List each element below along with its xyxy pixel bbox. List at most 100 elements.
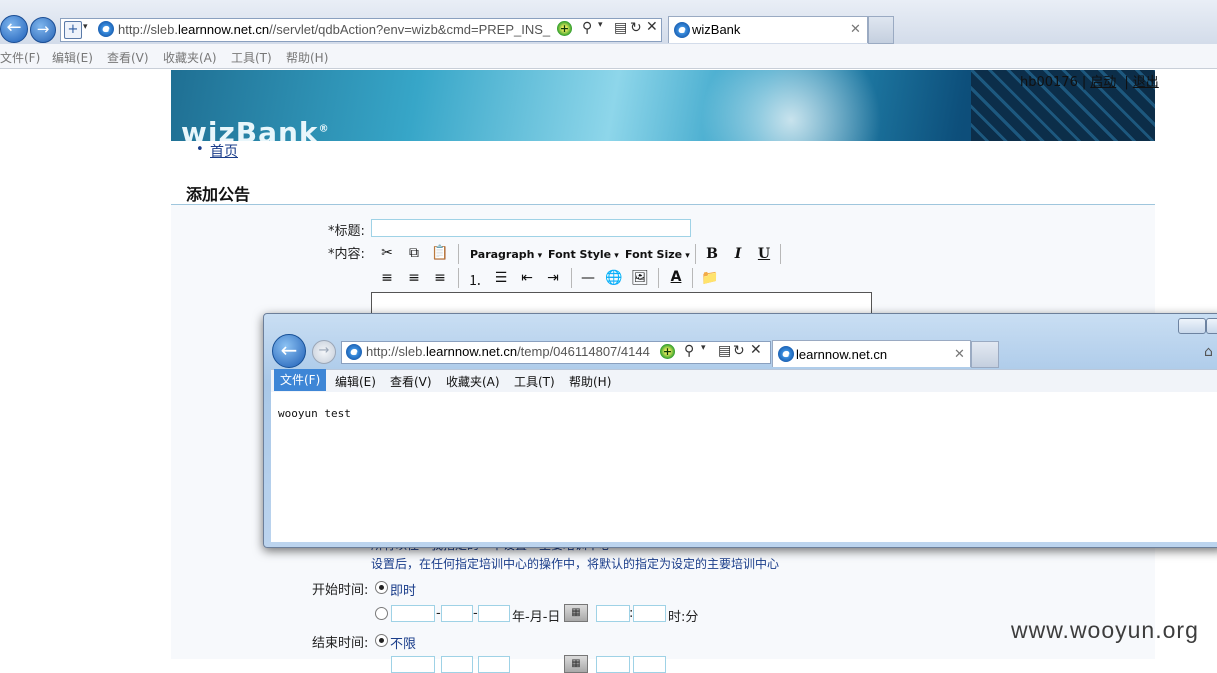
banner-glow [691, 70, 891, 141]
image-icon[interactable]: 🖼 [630, 270, 650, 286]
toolbar-separator [458, 268, 459, 288]
menu-help[interactable]: 帮助(H) [286, 49, 328, 66]
stop-icon[interactable]: ✕ [750, 342, 762, 358]
bold-button[interactable]: B [702, 246, 722, 262]
start-day-input[interactable] [478, 605, 510, 622]
content-label: *内容: [328, 247, 365, 262]
forward-button[interactable]: → [30, 17, 56, 43]
user-area: hb00176 | 启动 | 退出 [1020, 71, 1159, 90]
unordered-list-icon[interactable]: ☰ [491, 270, 511, 286]
paste-icon[interactable]: 📋 [430, 245, 450, 261]
toolbar-separator [692, 268, 693, 288]
popup-window: ← → e http://sleb.learnnow.net.cn/temp/0… [263, 313, 1217, 548]
nav-home-link[interactable]: 首页 [210, 141, 238, 161]
indent-icon[interactable]: ⇥ [543, 270, 563, 286]
search-icon[interactable]: ⚲ [582, 20, 592, 36]
paragraph-dropdown[interactable]: Paragraph [470, 248, 542, 261]
arrow-left-icon: ← [6, 17, 22, 38]
arrow-right-icon: → [36, 20, 50, 38]
tab-page-icon: e [674, 22, 690, 38]
toolbar-separator [458, 244, 459, 264]
compat-view-icon[interactable]: ▤ [718, 343, 731, 359]
hint-text: 设置后，在任何指定培训中心的操作中，将默认的指定为设定的主要培训中心 [371, 557, 780, 571]
compatibility-icon[interactable]: + [660, 344, 675, 359]
dropdown-arrow-icon[interactable]: ▾ [83, 22, 88, 32]
popup-back-button[interactable]: ← [272, 334, 306, 368]
horizontal-rule-icon[interactable]: — [578, 270, 598, 286]
toolbar-separator [571, 268, 572, 288]
start-month-input[interactable] [441, 605, 473, 622]
popup-menu-help[interactable]: 帮助(H) [569, 373, 611, 390]
font-style-dropdown[interactable]: Font Style [548, 248, 619, 261]
popup-menu-edit[interactable]: 编辑(E) [335, 373, 376, 390]
tab-page-icon: e [778, 346, 794, 362]
font-size-dropdown[interactable]: Font Size [625, 248, 690, 261]
compatibility-icon[interactable]: + [557, 21, 572, 36]
outdent-icon[interactable]: ⇤ [517, 270, 537, 286]
align-right-icon[interactable]: ≡ [430, 270, 450, 286]
link-globe-icon[interactable]: 🌐 [604, 270, 624, 286]
link-logout[interactable]: 退出 [1133, 75, 1159, 90]
add-icon[interactable]: + [64, 21, 82, 39]
home-icon[interactable]: ⌂ [1204, 344, 1213, 360]
calendar-icon[interactable]: ▦ [564, 604, 588, 622]
link-start[interactable]: 启动 [1090, 75, 1116, 90]
calendar-icon[interactable]: ▦ [564, 655, 588, 673]
stop-icon[interactable]: ✕ [646, 19, 658, 35]
arrow-right-icon: → [318, 343, 330, 358]
address-url[interactable]: http://sleb.learnnow.net.cn//servlet/qdb… [118, 22, 550, 37]
refresh-icon[interactable]: ↻ [630, 20, 642, 36]
separator: | [1081, 75, 1087, 90]
popup-menu-favorites[interactable]: 收藏夹(A) [446, 373, 500, 390]
back-button[interactable]: ← [0, 15, 28, 43]
site-banner: wizBank® [171, 70, 1155, 141]
popup-forward-button[interactable]: → [312, 340, 336, 364]
compat-view-icon[interactable]: ▤ [614, 20, 627, 36]
start-year-input[interactable] [391, 605, 435, 622]
start-minute-input[interactable] [633, 605, 666, 622]
end-unlimited-radio[interactable] [375, 634, 388, 647]
refresh-icon[interactable]: ↻ [733, 343, 745, 359]
font-color-icon[interactable]: A [666, 269, 686, 285]
menu-edit[interactable]: 编辑(E) [52, 49, 93, 66]
start-now-radio[interactable] [375, 581, 388, 594]
popup-tab-close-icon[interactable]: ✕ [954, 347, 965, 362]
ordered-list-icon[interactable]: ⒈ [465, 270, 485, 290]
popup-menu-tools[interactable]: 工具(T) [514, 373, 555, 390]
ie-page-icon: e [98, 21, 114, 37]
watermark: www.wooyun.org [1011, 617, 1199, 643]
popup-content-area [271, 392, 1217, 542]
separator: | [1124, 75, 1129, 90]
maximize-button[interactable] [1206, 318, 1217, 334]
menu-tools[interactable]: 工具(T) [231, 49, 272, 66]
popup-new-tab-button[interactable] [971, 341, 999, 368]
arrow-left-icon: ← [280, 338, 298, 362]
popup-menu-view[interactable]: 查看(V) [390, 373, 432, 390]
underline-button[interactable]: U [754, 246, 774, 262]
copy-icon[interactable]: ⧉ [404, 245, 424, 261]
cut-icon[interactable]: ✂ [377, 245, 397, 261]
start-date-radio[interactable] [375, 607, 388, 620]
popup-menu-file[interactable]: 文件(F) [274, 369, 327, 391]
page-title: 添加公告 [186, 185, 251, 204]
date-separator: - [473, 606, 478, 621]
new-tab-button[interactable] [868, 16, 894, 44]
wizbank-logo: wizBank® [181, 116, 330, 141]
tab-close-icon[interactable]: ✕ [850, 22, 861, 37]
menu-favorites[interactable]: 收藏夹(A) [163, 49, 217, 66]
search-dropdown-icon[interactable]: ▾ [598, 20, 603, 30]
subject-input[interactable] [371, 219, 691, 237]
start-hour-input[interactable] [596, 605, 630, 622]
search-icon[interactable]: ⚲ [684, 343, 694, 359]
ie-page-icon: e [346, 344, 362, 360]
popup-address-url[interactable]: http://sleb.learnnow.net.cn/temp/0461148… [366, 344, 656, 359]
folder-icon[interactable]: 📁 [700, 270, 720, 286]
search-dropdown-icon[interactable]: ▾ [701, 343, 706, 353]
menu-file[interactable]: 文件(F) [0, 49, 40, 66]
minimize-button[interactable] [1178, 318, 1206, 334]
align-center-icon[interactable]: ≡ [404, 270, 424, 286]
align-left-icon[interactable]: ≡ [377, 270, 397, 286]
menu-view[interactable]: 查看(V) [107, 49, 149, 66]
user-id: hb00176 [1020, 75, 1078, 90]
italic-button[interactable]: I [728, 246, 748, 262]
